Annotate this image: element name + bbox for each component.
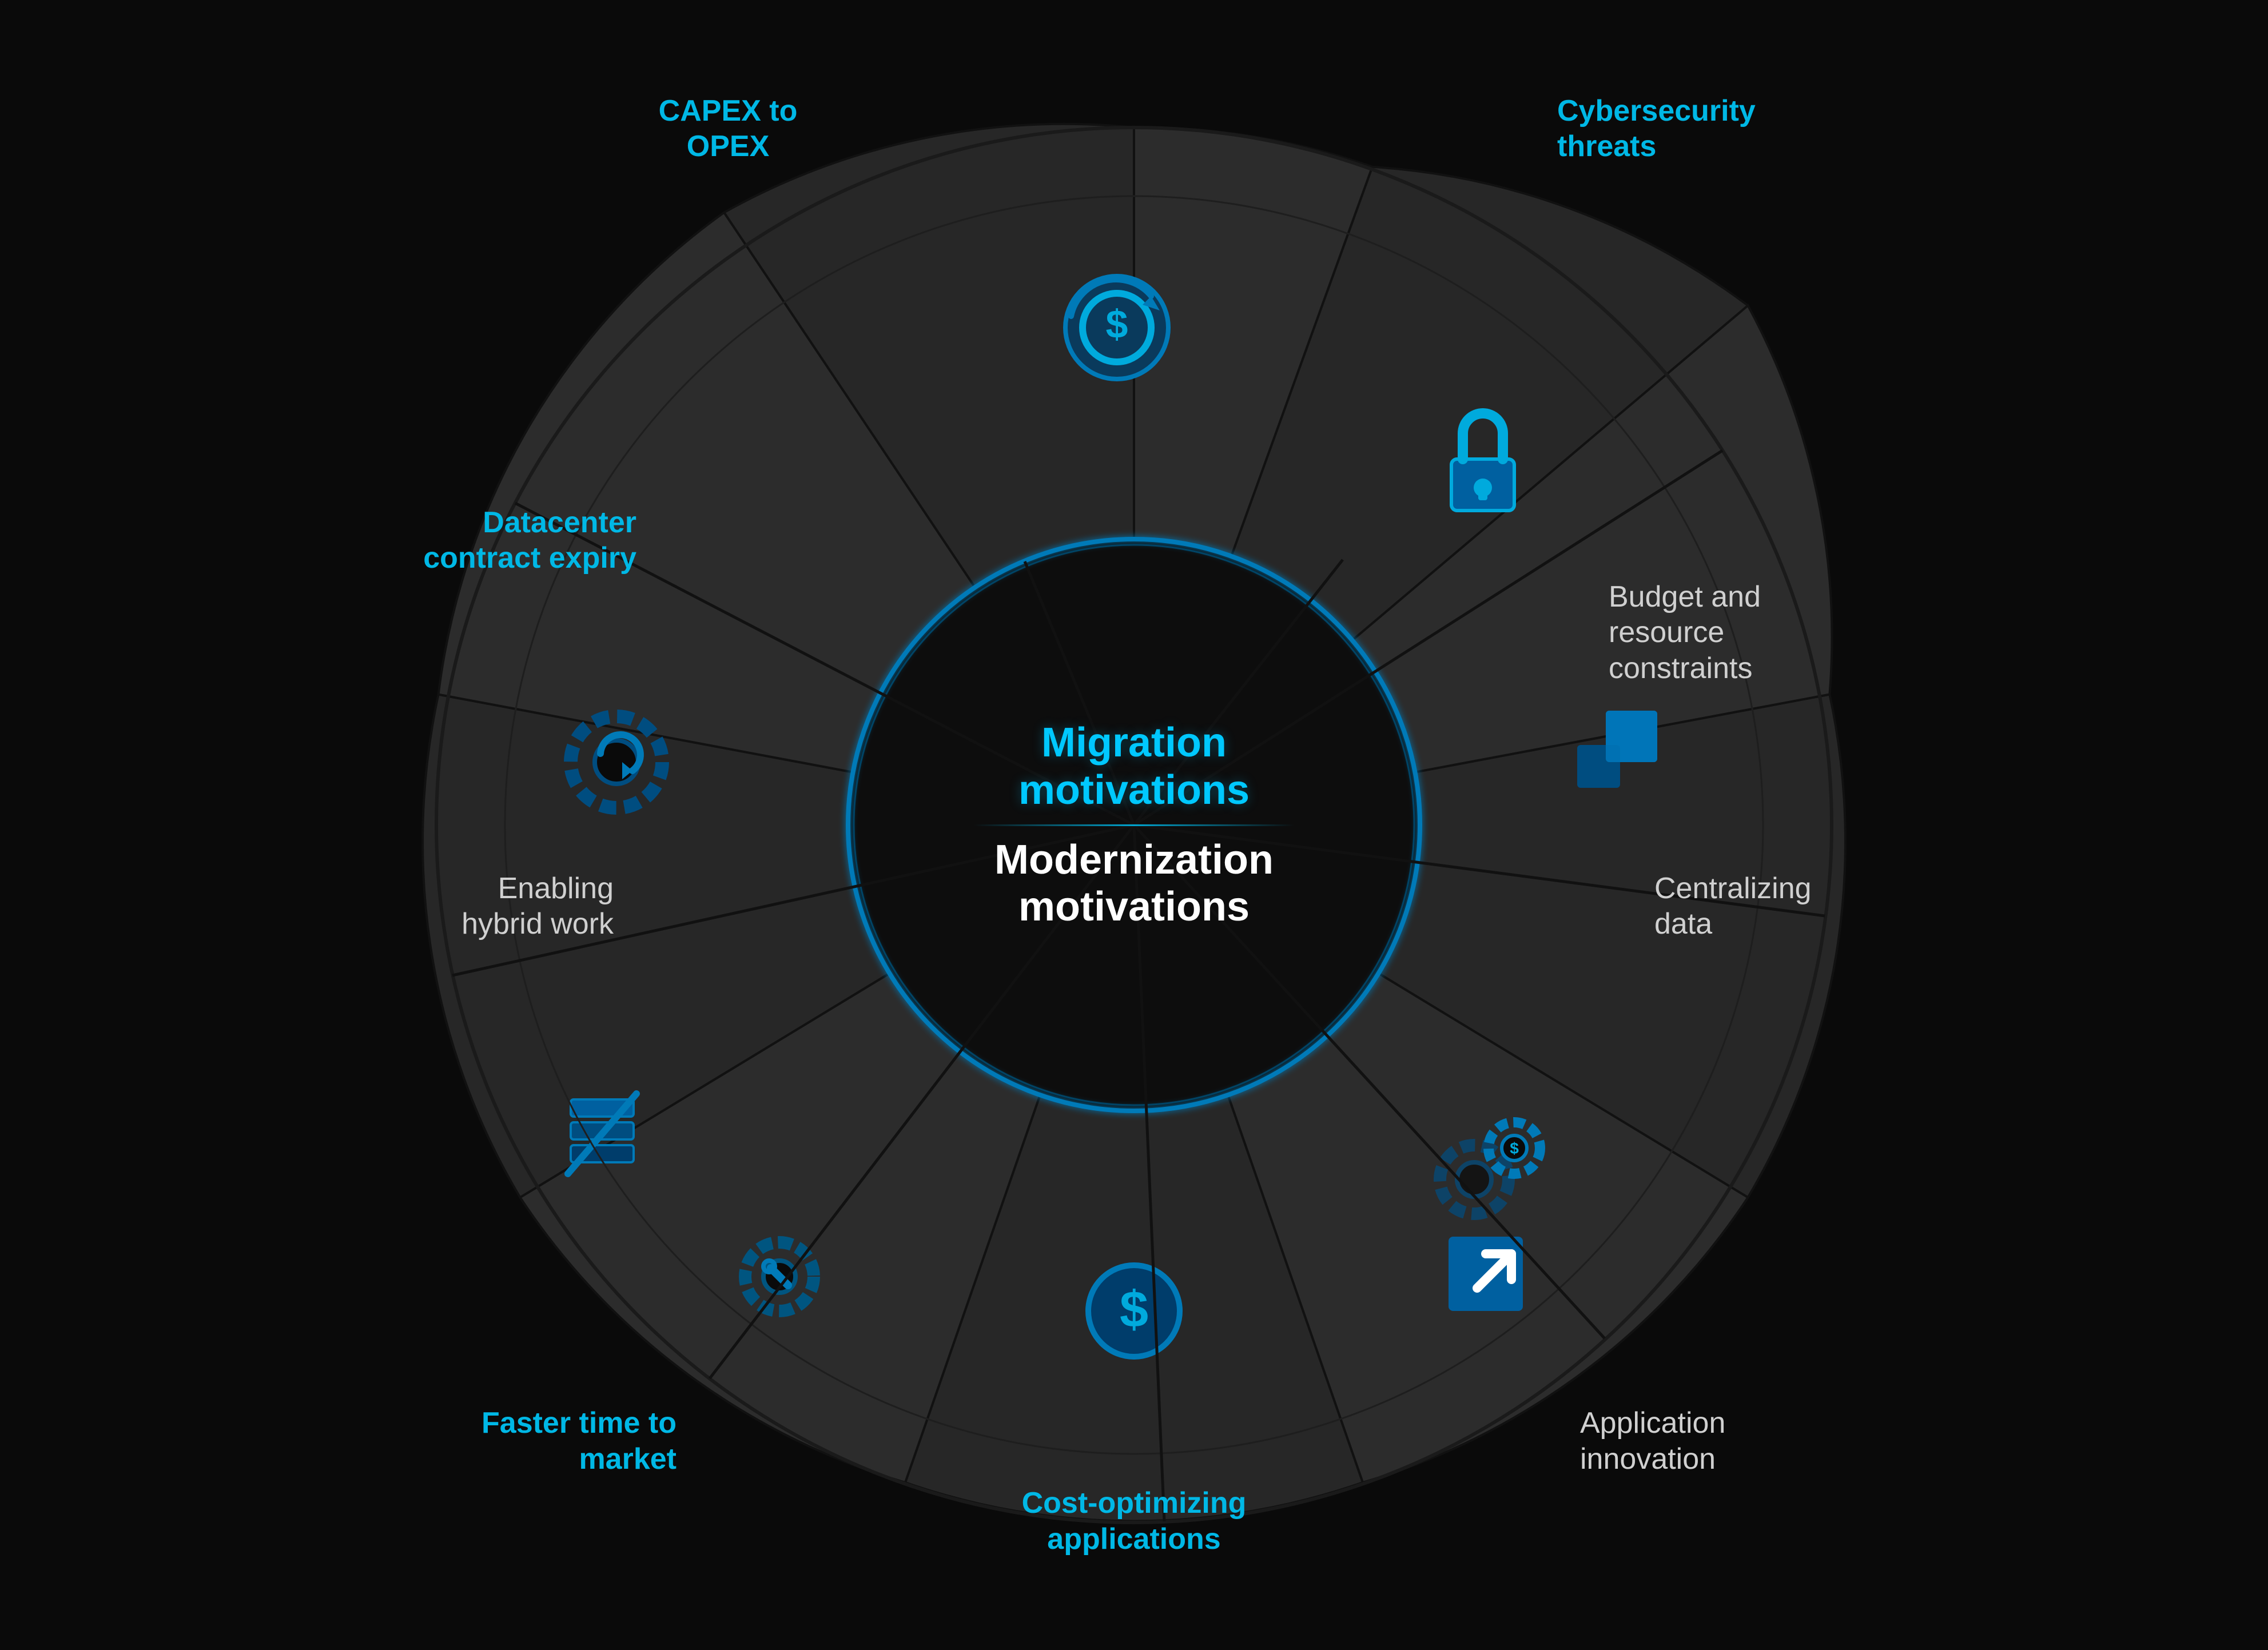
application-icon — [1449, 1237, 1523, 1311]
datacenter-label: Datacentercontract expiry — [408, 505, 636, 576]
budget-label: Budget andresource constraints — [1609, 579, 1860, 686]
centralizing-label: Centralizingdata — [1654, 871, 1860, 942]
center-content: Migration motivations Modernization moti… — [934, 719, 1334, 931]
diagram-container: $ — [391, 82, 1877, 1568]
svg-text:$: $ — [1120, 1281, 1148, 1338]
svg-text:$: $ — [1510, 1139, 1519, 1157]
hybrid-label: Enablinghybrid work — [408, 871, 614, 942]
migration-title: Migration motivations — [934, 719, 1334, 814]
modernization-title: Modernization motivations — [934, 836, 1334, 931]
cybersecurity-label: Cybersecuritythreats — [1557, 93, 1809, 165]
application-label: Applicationinnovation — [1580, 1405, 1809, 1477]
cost-optimizing-label: Cost-optimizingapplications — [1008, 1485, 1260, 1557]
cost-optimizing-icon: $ — [1088, 1265, 1180, 1357]
center-divider — [974, 824, 1294, 826]
capex-icon: $ — [1065, 276, 1168, 379]
capex-label: CAPEX to OPEX — [619, 93, 837, 165]
faster-label: Faster time tomarket — [459, 1405, 677, 1477]
svg-text:$: $ — [1106, 302, 1128, 346]
